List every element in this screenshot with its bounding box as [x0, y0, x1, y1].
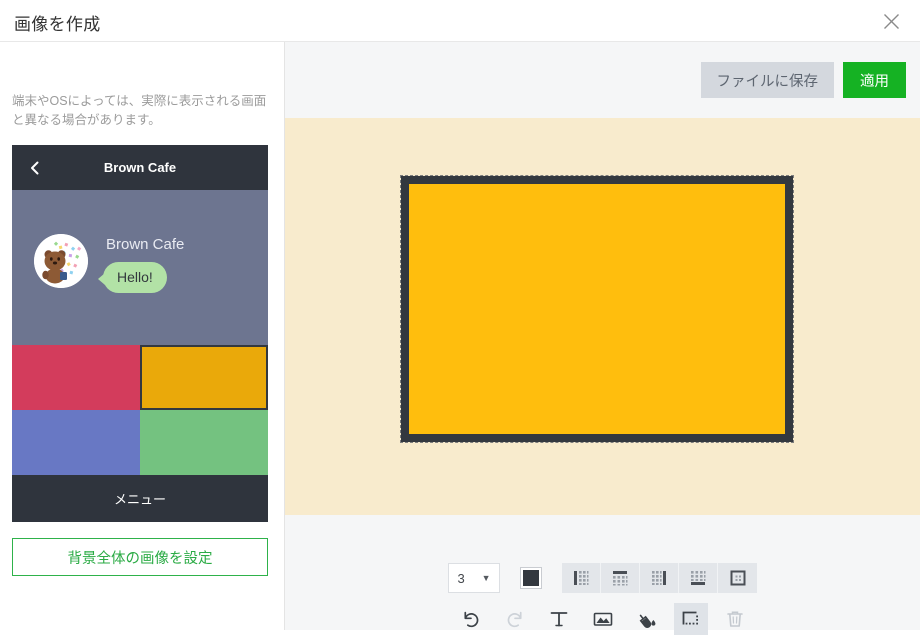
close-icon: [882, 12, 901, 31]
set-background-image-button[interactable]: 背景全体の画像を設定: [12, 538, 268, 576]
preview-note: 端末やOSによっては、実際に表示される画面と異なる場合があります。: [12, 92, 270, 131]
cell-top-left[interactable]: [12, 345, 140, 410]
delete-button: [718, 603, 752, 635]
dialog-header: 画像を作成: [0, 0, 920, 42]
border-right-icon: [649, 568, 669, 588]
selected-shape[interactable]: [401, 176, 793, 442]
tool-toolbar: [285, 599, 920, 639]
fill-button[interactable]: [630, 603, 664, 635]
cell-bottom-right[interactable]: [140, 410, 268, 475]
border-all-icon: [728, 568, 748, 588]
border-top-icon: [610, 568, 630, 588]
undo-icon: [460, 608, 482, 630]
border-color-button[interactable]: [514, 563, 548, 593]
border-width-select[interactable]: 3 ▼: [448, 563, 500, 593]
editor-panel: ファイルに保存 適用 3 ▼: [285, 42, 920, 630]
border-width-value: 3: [457, 571, 464, 586]
border-left-button[interactable]: [562, 563, 601, 593]
border-all-button[interactable]: [718, 563, 757, 593]
save-to-file-button[interactable]: ファイルに保存: [701, 62, 835, 98]
editor-canvas[interactable]: [285, 118, 920, 515]
set-background-image-label: 背景全体の画像を設定: [68, 547, 213, 568]
border-left-icon: [571, 568, 591, 588]
chevron-left-icon[interactable]: [28, 161, 42, 175]
undo-button[interactable]: [454, 603, 488, 635]
phone-preview: Brown Cafe: [12, 145, 268, 522]
cell-top-right[interactable]: [140, 345, 268, 410]
preview-profile-name: Brown Cafe: [106, 236, 184, 253]
fill-bucket-icon: [636, 608, 658, 630]
border-button[interactable]: [674, 603, 708, 635]
frame-icon: [680, 608, 702, 630]
image-icon: [592, 608, 614, 630]
page-title: 画像を作成: [14, 10, 101, 35]
border-top-button[interactable]: [601, 563, 640, 593]
close-button[interactable]: [876, 6, 906, 36]
border-edge-group: [562, 563, 757, 593]
cell-bottom-left[interactable]: [12, 410, 140, 475]
left-panel: 端末やOSによっては、実際に表示される画面と異なる場合があります。 Brown …: [0, 42, 285, 630]
color-swatch: [521, 568, 541, 588]
border-bottom-icon: [688, 568, 708, 588]
avatar: [34, 234, 88, 288]
chevron-down-icon: ▼: [482, 573, 491, 583]
preview-menu-grid: [12, 345, 268, 475]
top-actions: ファイルに保存 適用: [701, 62, 907, 98]
border-bottom-button[interactable]: [679, 563, 718, 593]
preview-header-title: Brown Cafe: [104, 160, 176, 175]
preview-header-bar: Brown Cafe: [12, 145, 268, 190]
border-toolbar: 3 ▼: [285, 557, 920, 599]
redo-icon: [504, 608, 526, 630]
preview-menu-bar: メニュー: [12, 475, 268, 522]
text-icon: [548, 608, 570, 630]
preview-menu-label: メニュー: [114, 489, 166, 508]
preview-profile-area: Brown Cafe Hello!: [12, 190, 268, 345]
text-button[interactable]: [542, 603, 576, 635]
image-button[interactable]: [586, 603, 620, 635]
trash-icon: [724, 608, 746, 630]
redo-button: [498, 603, 532, 635]
border-right-button[interactable]: [640, 563, 679, 593]
apply-button[interactable]: 適用: [843, 62, 906, 98]
preview-greeting-bubble: Hello!: [103, 262, 167, 293]
